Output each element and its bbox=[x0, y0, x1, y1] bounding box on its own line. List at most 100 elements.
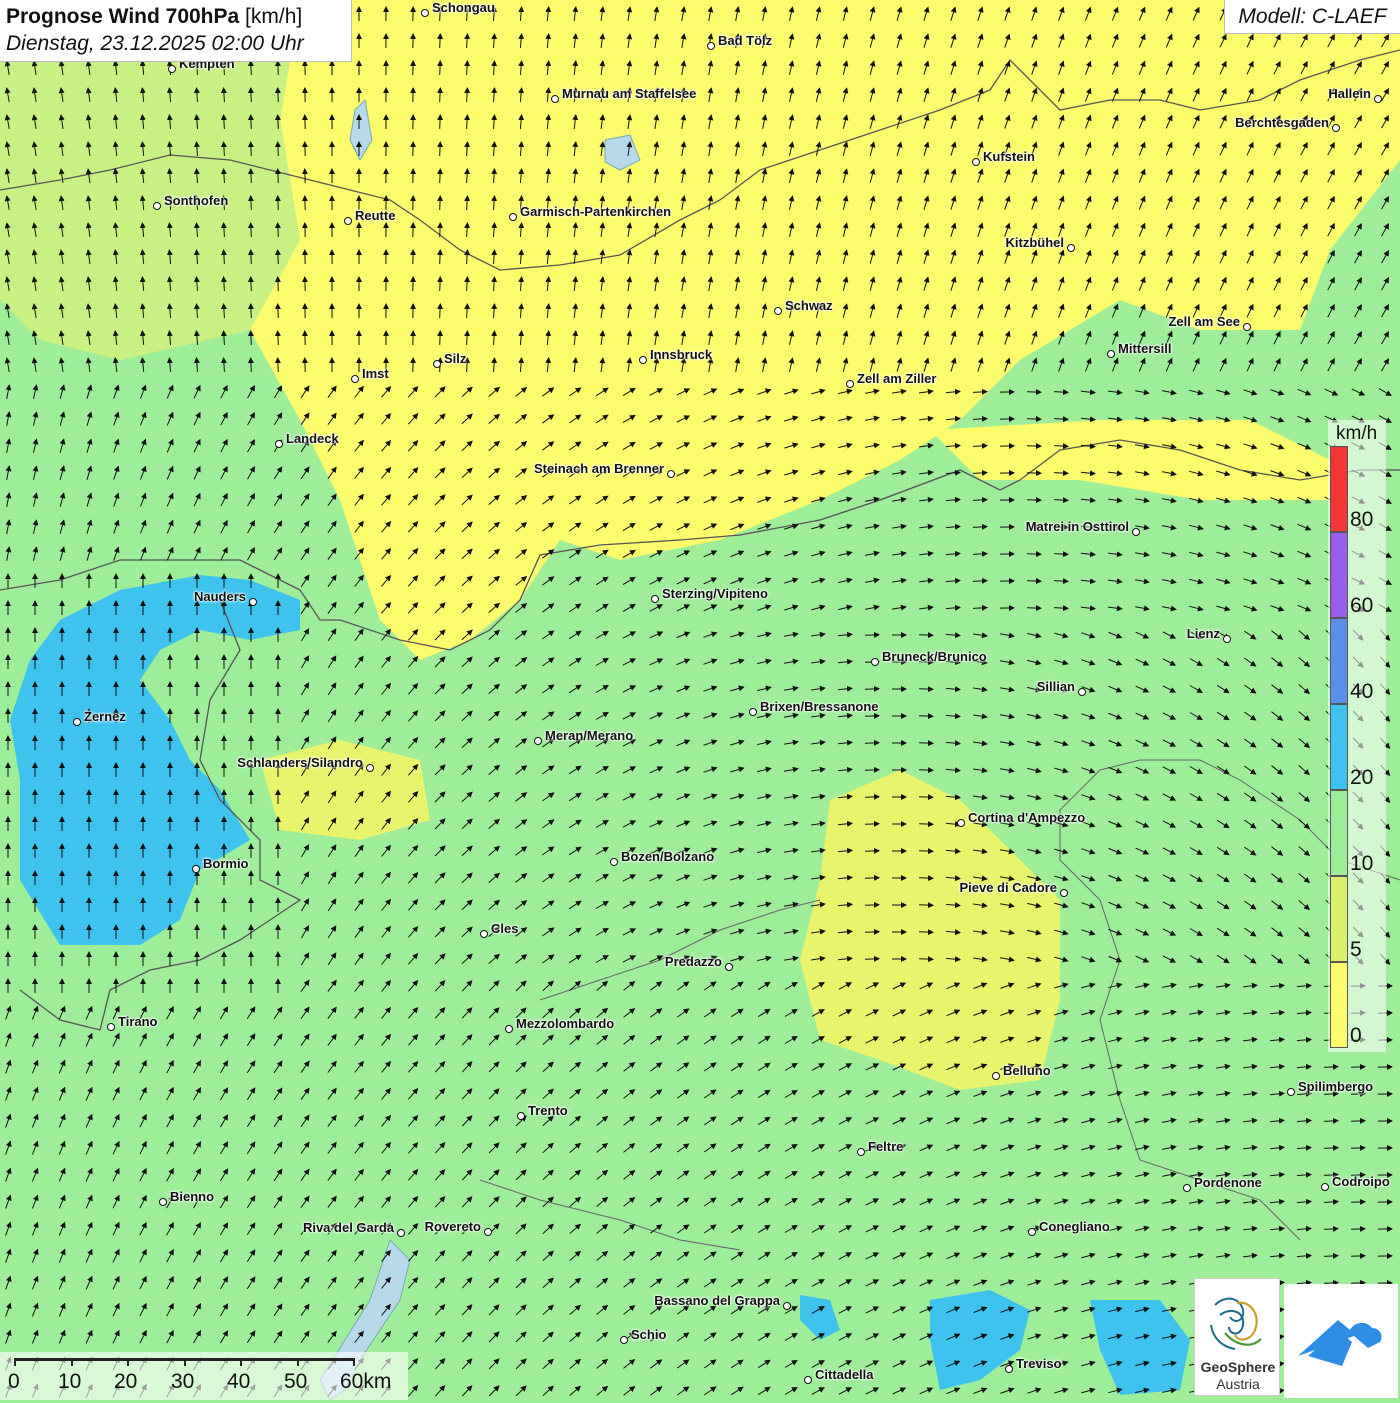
place-marker[interactable] bbox=[168, 65, 176, 73]
place-label: Garmisch-Partenkirchen bbox=[520, 204, 671, 219]
legend-label-5: 5 bbox=[1350, 938, 1362, 962]
place-marker[interactable] bbox=[433, 360, 441, 368]
place-marker[interactable] bbox=[1067, 244, 1075, 252]
place-label: Trento bbox=[528, 1103, 568, 1118]
place-label: Nauders bbox=[194, 589, 246, 604]
place-marker[interactable] bbox=[1107, 350, 1115, 358]
wind-arrow bbox=[251, 250, 252, 264]
place-marker[interactable] bbox=[1005, 1365, 1013, 1373]
place-marker[interactable] bbox=[783, 1302, 791, 1310]
place-marker[interactable] bbox=[846, 380, 854, 388]
place-marker[interactable] bbox=[1060, 889, 1068, 897]
wind-arrow bbox=[251, 169, 252, 183]
wind-arrow bbox=[251, 304, 252, 318]
wind-arrow bbox=[919, 824, 933, 825]
wind-arrow bbox=[865, 716, 879, 717]
place-marker[interactable] bbox=[397, 1229, 405, 1237]
place-label: Schlanders/Silandro bbox=[237, 755, 363, 770]
place-marker[interactable] bbox=[707, 42, 715, 50]
place-marker[interactable] bbox=[73, 718, 81, 726]
place-marker[interactable] bbox=[1332, 124, 1340, 132]
place-marker[interactable] bbox=[275, 440, 283, 448]
place-label: Silz bbox=[444, 351, 466, 366]
place-marker[interactable] bbox=[972, 158, 980, 166]
place-label: Zernez bbox=[84, 709, 126, 724]
place-marker[interactable] bbox=[351, 375, 359, 383]
place-marker[interactable] bbox=[774, 307, 782, 315]
place-marker[interactable] bbox=[107, 1023, 115, 1031]
place-marker[interactable] bbox=[1223, 635, 1231, 643]
wind-arrow bbox=[919, 905, 933, 906]
wind-arrow bbox=[865, 635, 879, 636]
place-marker[interactable] bbox=[192, 865, 200, 873]
place-marker[interactable] bbox=[651, 595, 659, 603]
place-label: Bormio bbox=[203, 856, 249, 871]
place-label: Schongau bbox=[432, 0, 495, 15]
wind-arrow bbox=[1351, 1121, 1365, 1122]
place-marker[interactable] bbox=[992, 1072, 1000, 1080]
place-marker[interactable] bbox=[610, 858, 618, 866]
place-marker[interactable] bbox=[517, 1112, 525, 1120]
place-label: Predazzo bbox=[665, 954, 722, 969]
legend-seg-10-20 bbox=[1330, 790, 1348, 876]
wind-arrow bbox=[919, 716, 933, 717]
scale-label-0: 0 bbox=[8, 1370, 20, 1394]
wind-arrow bbox=[278, 331, 279, 345]
place-marker[interactable] bbox=[1183, 1184, 1191, 1192]
place-marker[interactable] bbox=[484, 1228, 492, 1236]
place-label: Schwaz bbox=[785, 298, 833, 313]
scale-tick bbox=[71, 1358, 73, 1366]
place-label: Treviso bbox=[1016, 1356, 1062, 1371]
place-marker[interactable] bbox=[249, 598, 257, 606]
place-marker[interactable] bbox=[505, 1025, 513, 1033]
place-marker[interactable] bbox=[344, 217, 352, 225]
place-label: Berchtesgaden bbox=[1235, 115, 1329, 130]
wind-arrow bbox=[251, 277, 252, 291]
weather-app-logo[interactable] bbox=[1284, 1284, 1398, 1398]
place-marker[interactable] bbox=[857, 1148, 865, 1156]
place-marker[interactable] bbox=[804, 1376, 812, 1384]
place-marker[interactable] bbox=[421, 9, 429, 17]
place-marker[interactable] bbox=[1132, 528, 1140, 536]
place-marker[interactable] bbox=[725, 963, 733, 971]
wind-arrow bbox=[1351, 1202, 1365, 1203]
wind-arrow bbox=[865, 905, 879, 906]
map-title: Prognose Wind 700hPa [km/h] bbox=[6, 4, 345, 30]
place-marker[interactable] bbox=[1028, 1228, 1036, 1236]
geosphere-logo[interactable]: GeoSphere Austria bbox=[1194, 1278, 1280, 1396]
place-marker[interactable] bbox=[1243, 323, 1251, 331]
map-title-unit: [km/h] bbox=[245, 5, 302, 28]
place-marker[interactable] bbox=[159, 1198, 167, 1206]
place-marker[interactable] bbox=[480, 930, 488, 938]
place-marker[interactable] bbox=[871, 658, 879, 666]
place-marker[interactable] bbox=[153, 202, 161, 210]
wind-arrow bbox=[865, 851, 879, 852]
place-label: Feltre bbox=[868, 1139, 903, 1154]
place-marker[interactable] bbox=[639, 356, 647, 364]
scale-bar: 0 10 20 30 40 50 60km bbox=[0, 1352, 408, 1400]
place-marker[interactable] bbox=[551, 95, 559, 103]
scale-label-40: 40 bbox=[227, 1370, 250, 1394]
place-marker[interactable] bbox=[1078, 688, 1086, 696]
wind-arrow bbox=[919, 851, 933, 852]
place-label: Conegliano bbox=[1039, 1219, 1110, 1234]
legend-bar bbox=[1330, 446, 1348, 1050]
place-marker[interactable] bbox=[366, 764, 374, 772]
place-marker[interactable] bbox=[749, 708, 757, 716]
wind-arrow bbox=[278, 115, 279, 129]
place-label: Reutte bbox=[355, 208, 395, 223]
place-marker[interactable] bbox=[957, 819, 965, 827]
place-marker[interactable] bbox=[534, 737, 542, 745]
wind-arrow bbox=[440, 88, 441, 102]
place-label: Pieve di Cadore bbox=[959, 880, 1057, 895]
place-marker[interactable] bbox=[509, 213, 517, 221]
place-label: Belluno bbox=[1003, 1063, 1051, 1078]
legend-unit: km/h bbox=[1336, 423, 1377, 445]
wind-arrow bbox=[440, 250, 441, 264]
place-marker[interactable] bbox=[1374, 95, 1382, 103]
place-marker[interactable] bbox=[1287, 1088, 1295, 1096]
place-marker[interactable] bbox=[667, 470, 675, 478]
place-marker[interactable] bbox=[620, 1336, 628, 1344]
legend-label-60: 60 bbox=[1350, 594, 1373, 618]
place-marker[interactable] bbox=[1321, 1183, 1329, 1191]
